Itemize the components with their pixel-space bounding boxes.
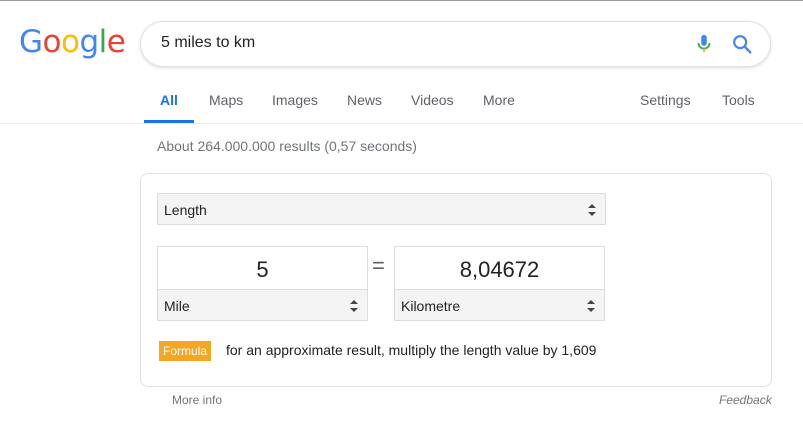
google-logo[interactable]: Google: [19, 22, 126, 62]
logo-letter: G: [19, 24, 43, 60]
search-input[interactable]: [161, 34, 661, 52]
from-unit-label: Mile: [164, 298, 190, 314]
tab-maps[interactable]: Maps: [209, 92, 243, 108]
to-unit-label: Kilometre: [401, 298, 461, 314]
tabs-divider: [0, 123, 803, 124]
feedback-link[interactable]: Feedback: [719, 393, 772, 407]
select-arrows-icon: [587, 300, 595, 312]
tab-news[interactable]: News: [347, 92, 382, 108]
search-tabs: All Maps Images News Videos More Setting…: [0, 86, 803, 123]
to-unit-box: 8,04672 Kilometre: [394, 246, 605, 321]
unit-type-label: Length: [164, 202, 207, 218]
microphone-icon[interactable]: [693, 33, 715, 55]
to-value-input[interactable]: 8,04672: [395, 257, 604, 283]
tab-settings[interactable]: Settings: [640, 92, 691, 108]
result-stats: About 264.000.000 results (0,57 seconds): [157, 138, 417, 154]
select-arrows-icon: [588, 204, 596, 216]
tab-videos[interactable]: Videos: [411, 92, 454, 108]
more-info-link[interactable]: More info: [172, 393, 222, 407]
unit-type-select[interactable]: Length: [157, 193, 606, 225]
from-unit-box: 5 Mile: [157, 246, 368, 321]
logo-letter: e: [106, 24, 126, 60]
top-border: [0, 0, 803, 1]
from-unit-select[interactable]: Mile: [157, 289, 368, 321]
from-value-input[interactable]: 5: [158, 257, 367, 283]
tab-more[interactable]: More: [483, 92, 515, 108]
equals-sign: =: [372, 253, 385, 278]
tab-tools[interactable]: Tools: [722, 92, 755, 108]
logo-letter: g: [79, 24, 99, 60]
logo-letter: o: [42, 24, 62, 60]
tab-all[interactable]: All: [160, 92, 178, 108]
formula-text: for an approximate result, multiply the …: [226, 342, 597, 358]
logo-letter: o: [61, 24, 80, 60]
to-unit-select[interactable]: Kilometre: [394, 289, 605, 321]
logo-letter: l: [98, 24, 108, 60]
search-box[interactable]: [140, 21, 771, 67]
tab-images[interactable]: Images: [272, 92, 318, 108]
select-arrows-icon: [350, 300, 358, 312]
formula-badge: Formula: [159, 341, 212, 361]
search-icon[interactable]: [731, 33, 753, 55]
